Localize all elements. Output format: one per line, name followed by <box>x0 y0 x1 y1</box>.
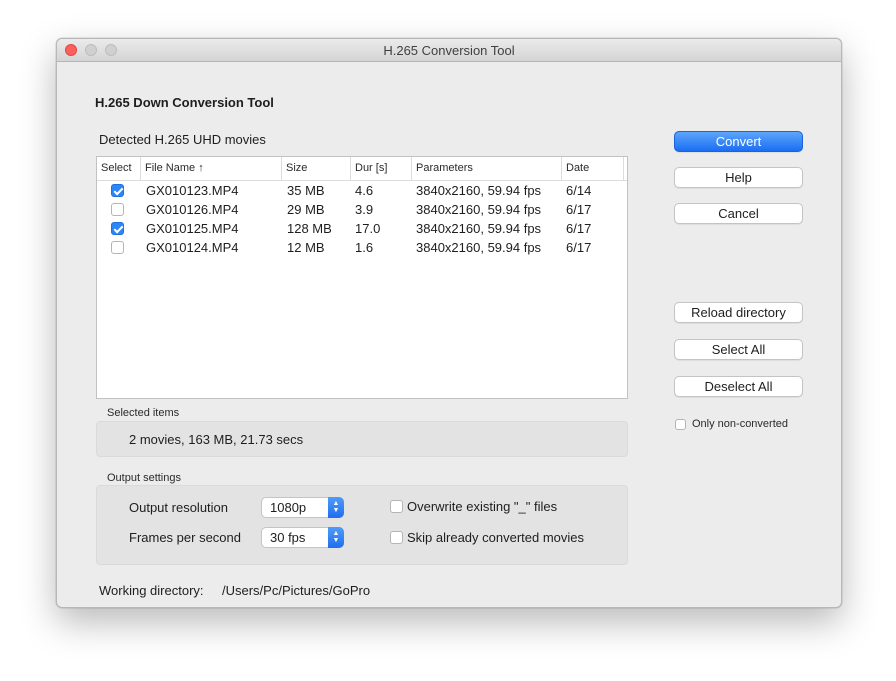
date-cell: 6/17 <box>566 221 592 236</box>
date-cell: 6/17 <box>566 202 592 217</box>
deselect-all-button[interactable]: Deselect All <box>674 376 803 397</box>
duration-cell: 1.6 <box>355 240 374 255</box>
size-cell: 12 MB <box>287 240 325 255</box>
table-row[interactable]: GX010125.MP4 128 MB 17.0 3840x2160, 59.94 f… <box>97 219 627 238</box>
table-row[interactable]: GX010126.MP4 29 MB 3.9 3840x2160, 59.94 fps… <box>97 200 627 219</box>
chevron-up-down-icon: ▲ ▼ <box>328 497 344 518</box>
file-name-cell: GX010124.MP4 <box>146 240 239 255</box>
parameters-cell: 3840x2160, 59.94 fps <box>416 240 542 255</box>
duration-cell: 4.6 <box>355 183 374 198</box>
selected-items-label: Selected items <box>107 407 180 419</box>
row-select-checkbox[interactable] <box>111 184 124 197</box>
file-name-cell: GX010126.MP4 <box>146 202 239 217</box>
column-header-date[interactable]: Date <box>562 157 624 180</box>
parameters-cell: 3840x2160, 59.94 fps <box>416 221 542 236</box>
app-heading: H.265 Down Conversion Tool <box>95 95 274 110</box>
duration-cell: 17.0 <box>355 221 381 236</box>
skip-converted-checkbox[interactable] <box>390 531 403 544</box>
size-cell: 128 MB <box>287 221 332 236</box>
file-name-cell: GX010125.MP4 <box>146 221 239 236</box>
frames-per-second-label: Frames per second <box>129 530 241 545</box>
table-row[interactable]: GX010124.MP4 12 MB 1.6 3840x2160, 59.94 fps… <box>97 238 627 257</box>
table-header: Select File Name ↑ Size Dur [s] Paramete… <box>97 157 627 181</box>
row-select-checkbox[interactable] <box>111 203 124 216</box>
row-select-checkbox[interactable] <box>111 222 124 235</box>
file-name-cell: GX010123.MP4 <box>146 183 239 198</box>
output-settings-label: Output settings <box>107 472 181 484</box>
column-header-parameters[interactable]: Parameters <box>412 157 562 180</box>
column-header-file-name[interactable]: File Name ↑ <box>141 157 282 180</box>
convert-button[interactable]: Convert <box>674 131 803 152</box>
sort-ascending-icon: ↑ <box>198 162 204 174</box>
duration-cell: 3.9 <box>355 202 374 217</box>
reload-directory-button[interactable]: Reload directory <box>674 302 803 323</box>
date-cell: 6/14 <box>566 183 592 198</box>
column-header-duration[interactable]: Dur [s] <box>351 157 412 180</box>
selected-items-summary: 2 movies, 163 MB, 21.73 secs <box>129 432 304 447</box>
detected-movies-label: Detected H.265 UHD movies <box>99 132 266 147</box>
working-directory-label: Working directory: <box>99 583 204 598</box>
date-cell: 6/17 <box>566 240 592 255</box>
frames-per-second-select[interactable]: 30 fps ▲ ▼ <box>261 527 344 548</box>
select-all-button[interactable]: Select All <box>674 339 803 360</box>
overwrite-existing-checkbox[interactable] <box>390 500 403 513</box>
chevron-up-down-icon: ▲ ▼ <box>328 527 344 548</box>
parameters-cell: 3840x2160, 59.94 fps <box>416 183 542 198</box>
row-select-checkbox[interactable] <box>111 241 124 254</box>
column-header-size[interactable]: Size <box>282 157 351 180</box>
cancel-button[interactable]: Cancel <box>674 203 803 224</box>
help-button[interactable]: Help <box>674 167 803 188</box>
window-title: H.265 Conversion Tool <box>383 43 515 58</box>
movies-table: Select File Name ↑ Size Dur [s] Paramete… <box>96 156 628 399</box>
overwrite-existing-label: Overwrite existing "_" files <box>407 499 558 514</box>
title-bar[interactable]: H.265 Conversion Tool <box>57 39 841 62</box>
skip-converted-label: Skip already converted movies <box>407 530 585 545</box>
only-non-converted-checkbox[interactable] <box>675 419 686 430</box>
selected-items-box: 2 movies, 163 MB, 21.73 secs <box>96 421 628 457</box>
output-resolution-label: Output resolution <box>129 500 229 515</box>
working-directory-path: /Users/Pc/Pictures/GoPro <box>222 583 371 598</box>
output-settings-box: Output resolution 1080p ▲ ▼ Frames per se… <box>96 485 628 565</box>
column-header-select[interactable]: Select <box>97 157 141 180</box>
output-resolution-select[interactable]: 1080p ▲ ▼ <box>261 497 344 518</box>
only-non-converted-label: Only non-converted <box>692 418 788 430</box>
app-window: H.265 Conversion Tool H.265 Down Convers… <box>56 38 842 608</box>
parameters-cell: 3840x2160, 59.94 fps <box>416 202 542 217</box>
size-cell: 35 MB <box>287 183 325 198</box>
size-cell: 29 MB <box>287 202 325 217</box>
table-row[interactable]: GX010123.MP4 35 MB 4.6 3840x2160, 59.94 fps… <box>97 181 627 200</box>
